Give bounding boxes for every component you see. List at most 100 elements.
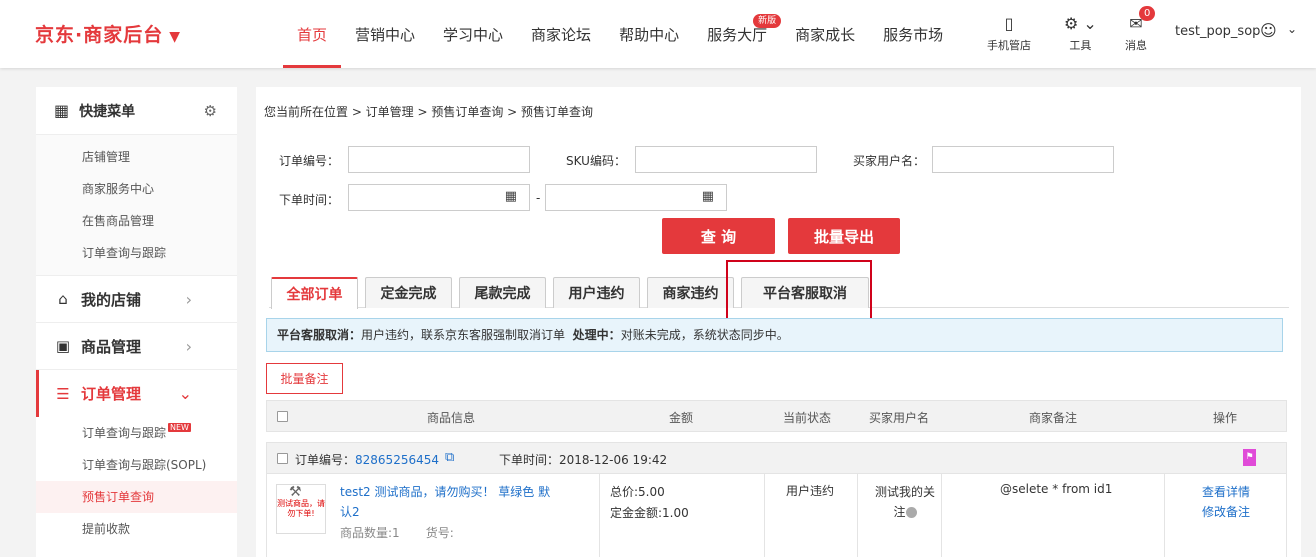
tab-merchant-default[interactable]: 商家违约 (647, 277, 734, 308)
order-no-prefix: 订单编号：82865256454 (295, 451, 439, 468)
tab-user-default[interactable]: 用户违约 (553, 277, 640, 308)
order-no-label: 订单编号： (279, 154, 340, 168)
sidebar-menu-orders[interactable]: ☰ 订单管理 ⌄ (36, 370, 237, 417)
username[interactable]: test_pop_sop (1175, 24, 1260, 39)
product-sku-no: 货号: (425, 526, 454, 540)
order-time-label: 下单时间： (279, 193, 340, 207)
sidebar-menu-store[interactable]: ⌂ 我的店铺 › (36, 276, 237, 323)
cell-divider (1164, 474, 1165, 557)
select-all-checkbox[interactable] (277, 411, 288, 422)
quick-item-store-management[interactable]: 店铺管理 (82, 141, 237, 173)
sidebar: ▦ 快捷菜单 ⚙ 店铺管理 商家服务中心 在售商品管理 订单查询与跟踪 ⌂ 我的… (36, 87, 237, 557)
order-row: ⚒ 测试商品，请勿下单! test2 测试商品，请勿购买！ 草绿色 默认2 商品… (266, 474, 1287, 557)
order-checkbox[interactable] (277, 453, 288, 464)
tab-balance-done[interactable]: 尾款完成 (459, 277, 546, 308)
mobile-store-tool[interactable]: ▯ 手机管店 (987, 14, 1031, 53)
nav-marketing[interactable]: 营销中心 (341, 0, 429, 68)
nav-help[interactable]: 帮助中心 (605, 0, 693, 68)
chat-dot-icon[interactable] (905, 507, 917, 518)
operations-cell: 查看详情 修改备注 (1202, 482, 1250, 522)
copy-icon[interactable]: ⧉ (445, 450, 454, 465)
quick-menu-list: 店铺管理 商家服务中心 在售商品管理 订单查询与跟踪 (36, 135, 237, 276)
product-thumbnail[interactable]: ⚒ 测试商品，请勿下单! (276, 484, 326, 534)
brand-logo[interactable]: 京东·商家后台 ▼ (35, 20, 181, 47)
sidebar-sub-order-tracking[interactable]: 订单查询与跟踪 NEW (36, 417, 237, 449)
settings-gear-icon[interactable]: ⚙ (204, 102, 217, 120)
th-product-info: 商品信息 (427, 411, 476, 425)
buyer-cell: 测试我的关注 (870, 482, 940, 522)
sidebar-sub-early-payment[interactable]: 提前收款 (36, 513, 237, 545)
top-bar: 京东·商家后台 ▼ 首页 营销中心 学习中心 商家论坛 帮助中心 服务大厅 新版 商… (0, 0, 1316, 68)
calendar-icon[interactable]: ▦ (505, 189, 517, 204)
cell-divider (857, 474, 858, 557)
toolbox-icon: ⚙ ⌄ (1064, 14, 1097, 33)
brand-caret-icon[interactable]: ▼ (169, 29, 181, 45)
amount-cell: 总价:5.00 定金金额:1.00 (610, 482, 689, 524)
store-icon: ⌂ (58, 290, 68, 308)
buyer-input[interactable] (932, 146, 1114, 173)
nav-growth[interactable]: 商家成长 (781, 0, 869, 68)
main-nav: 首页 营销中心 学习中心 商家论坛 帮助中心 服务大厅 新版 商家成长 服务市场 (283, 0, 957, 68)
nav-market[interactable]: 服务市场 (869, 0, 957, 68)
new-tag-badge: NEW (168, 423, 191, 432)
message-count-badge: 0 (1139, 6, 1156, 21)
cell-divider (764, 474, 765, 557)
end-date-input[interactable]: ▦ (545, 184, 727, 211)
view-details-link[interactable]: 查看详情 (1202, 485, 1250, 499)
th-amount: 金额 (669, 411, 694, 425)
merchant-remark: @selete * from id1 (1000, 482, 1113, 496)
new-version-badge: 新版 (753, 14, 782, 28)
sidebar-menu-orders-label: 订单管理 (81, 385, 142, 403)
phone-icon: ▯ (1004, 14, 1014, 33)
nav-service-hall[interactable]: 服务大厅 新版 (693, 0, 782, 68)
order-no-link[interactable]: 82865256454 (355, 453, 439, 467)
sidebar-menu-goods-label: 商品管理 (81, 337, 142, 356)
breadcrumb: 您当前所在位置 > 订单管理 > 预售订单查询 > 预售订单查询 (264, 105, 594, 119)
quick-item-order-tracking[interactable]: 订单查询与跟踪 (82, 237, 237, 269)
mobile-store-label: 手机管店 (987, 39, 1031, 52)
product-meta: 商品数量:1 货号: (340, 524, 454, 541)
chevron-down-icon: ⌄ (178, 384, 192, 403)
sku-input[interactable] (635, 146, 817, 173)
tab-all-orders[interactable]: 全部订单 (271, 277, 358, 309)
th-operation: 操作 (1213, 411, 1238, 425)
quick-item-service-center[interactable]: 商家服务中心 (82, 173, 237, 205)
flag-icon[interactable]: ⚑ (1243, 449, 1256, 466)
main-content: 您当前所在位置 > 订单管理 > 预售订单查询 > 预售订单查询 订单编号： S… (256, 87, 1301, 557)
batch-export-button[interactable]: 批量导出 (788, 218, 900, 254)
deposit-amount: 定金金额:1.00 (610, 506, 689, 520)
product-name-link[interactable]: test2 测试商品，请勿购买！ 草绿色 默认2 (340, 482, 560, 522)
user-icon[interactable]: ☺ (1260, 21, 1277, 40)
goods-icon: ▣ (55, 337, 71, 355)
order-no-input[interactable] (348, 146, 530, 173)
sku-label: SKU编码： (566, 154, 626, 168)
total-price: 总价:5.00 (610, 485, 665, 499)
sidebar-sub-order-tracking-sopl[interactable]: 订单查询与跟踪(SOPL) (36, 449, 237, 481)
messages-label: 消息 (1125, 39, 1147, 52)
query-button[interactable]: 查 询 (662, 218, 775, 254)
hammer-icon: ⚒ (289, 484, 302, 500)
notice-text-processing: 对账未完成，系统状态同步中。 (620, 328, 789, 342)
start-date-input[interactable]: ▦ (348, 184, 530, 211)
edit-remark-link[interactable]: 修改备注 (1202, 505, 1250, 519)
tab-deposit-done[interactable]: 定金完成 (365, 277, 452, 308)
messages-tool[interactable]: ✉ 0 消息 (1125, 6, 1156, 53)
sidebar-menu-store-label: 我的店铺 (81, 290, 142, 309)
nav-forum[interactable]: 商家论坛 (517, 0, 605, 68)
quick-item-on-sale-goods[interactable]: 在售商品管理 (82, 205, 237, 237)
sidebar-sub-presale-query[interactable]: 预售订单查询 (36, 481, 237, 513)
tools-menu[interactable]: ⚙ ⌄ 工具 (1064, 14, 1097, 53)
date-range-dash: - (536, 191, 541, 205)
th-status: 当前状态 (783, 411, 832, 425)
cell-divider (941, 474, 942, 557)
th-merchant-remark: 商家备注 (1029, 411, 1078, 425)
user-chevron-down-icon[interactable]: ⌄ (1287, 22, 1297, 36)
nav-learning[interactable]: 学习中心 (429, 0, 517, 68)
buyer-label: 买家用户名： (853, 154, 926, 168)
sidebar-menu-goods[interactable]: ▣ 商品管理 › (36, 323, 237, 370)
nav-home[interactable]: 首页 (283, 0, 342, 68)
batch-remark-button[interactable]: 批量备注 (266, 363, 343, 394)
order-status: 用户违约 (786, 484, 835, 498)
calendar-icon[interactable]: ▦ (702, 189, 714, 204)
quick-menu-title: 快捷菜单 (79, 103, 136, 120)
